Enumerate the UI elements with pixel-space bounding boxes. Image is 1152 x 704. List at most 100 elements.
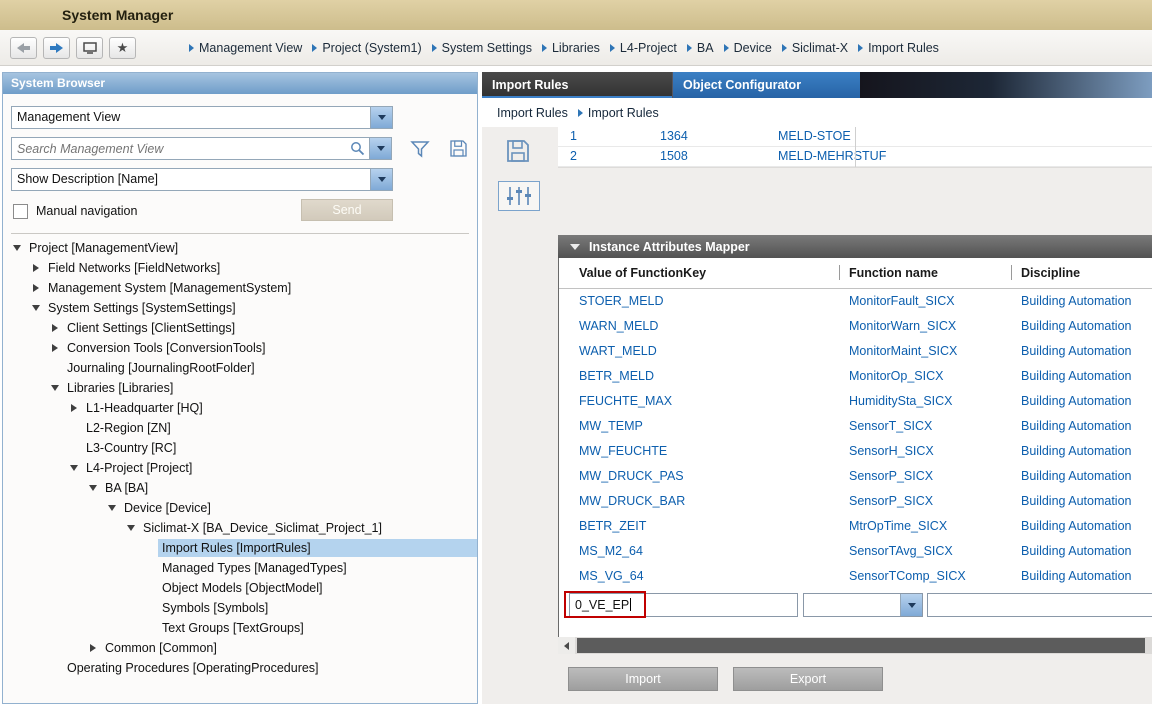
tree-item[interactable]: Symbols [Symbols] — [3, 598, 477, 618]
save-search-button[interactable] — [448, 138, 469, 159]
function-name-cell-link[interactable]: SensorTComp_SICX — [849, 564, 1021, 589]
tree-item[interactable]: Conversion Tools [ConversionTools] — [3, 338, 477, 358]
filter-button[interactable] — [410, 139, 430, 159]
function-name-cell-link[interactable]: SensorP_SICX — [849, 489, 1021, 514]
import-button[interactable]: Import — [568, 667, 718, 691]
row-index-link[interactable]: 1 — [558, 127, 660, 146]
functionkey-cell-link[interactable]: BETR_ZEIT — [559, 514, 849, 539]
tree-item[interactable]: Import Rules [ImportRules] — [3, 538, 477, 558]
tree-item[interactable]: Common [Common] — [3, 638, 477, 658]
expand-arrow-icon[interactable] — [66, 400, 82, 416]
tab-import-rules[interactable]: Import Rules — [482, 72, 672, 98]
tree-item[interactable]: Device [Device] — [3, 498, 477, 518]
collapse-arrow-icon[interactable] — [123, 520, 139, 536]
row-index-link[interactable]: 2 — [558, 147, 660, 166]
save-rules-button[interactable] — [504, 137, 532, 168]
search-dropdown-button[interactable] — [369, 138, 391, 159]
tree-item[interactable]: Management System [ManagementSystem] — [3, 278, 477, 298]
function-name-cell-link[interactable]: SensorT_SICX — [849, 414, 1021, 439]
discipline-cell-link[interactable]: Building Automation — [1021, 464, 1152, 489]
discipline-cell-link[interactable]: Building Automation — [1021, 439, 1152, 464]
functionkey-cell-link[interactable]: FEUCHTE_MAX — [559, 389, 849, 414]
tree-item[interactable]: System Settings [SystemSettings] — [3, 298, 477, 318]
expand-arrow-icon[interactable] — [47, 320, 63, 336]
row-value-link[interactable]: 1364 — [660, 127, 778, 146]
collapse-arrow-icon[interactable] — [47, 380, 63, 396]
functionkey-cell-link[interactable]: MS_M2_64 — [559, 539, 849, 564]
breadcrumb-item[interactable]: Import Rules — [588, 106, 659, 120]
tree-item[interactable]: L4-Project [Project] — [3, 458, 477, 478]
scroll-left-button[interactable] — [558, 637, 575, 654]
expand-arrow-icon[interactable] — [47, 340, 63, 356]
collapse-arrow-icon[interactable] — [28, 300, 44, 316]
tree-item[interactable]: Libraries [Libraries] — [3, 378, 477, 398]
discipline-cell-link[interactable]: Building Automation — [1021, 314, 1152, 339]
row-name-link[interactable]: MELD-STOE — [778, 127, 1152, 146]
function-name-cell-link[interactable]: MonitorOp_SICX — [849, 364, 1021, 389]
breadcrumb-item[interactable]: Management View — [199, 41, 302, 55]
breadcrumb-item[interactable]: Import Rules — [868, 41, 939, 55]
row-value-link[interactable]: 1508 — [660, 147, 778, 166]
breadcrumb-item[interactable]: Libraries — [552, 41, 600, 55]
tree-item[interactable]: Operating Procedures [OperatingProcedure… — [3, 658, 477, 678]
tree-item[interactable]: Field Networks [FieldNetworks] — [3, 258, 477, 278]
discipline-cell-link[interactable]: Building Automation — [1021, 514, 1152, 539]
functionkey-cell-link[interactable]: WART_MELD — [559, 339, 849, 364]
mapping-settings-button[interactable] — [498, 181, 540, 211]
instance-attributes-mapper-header[interactable]: Instance Attributes Mapper — [558, 235, 1152, 258]
tree-item[interactable]: Object Models [ObjectModel] — [3, 578, 477, 598]
mapper-row[interactable]: MW_DRUCK_BARSensorP_SICXBuilding Automat… — [559, 489, 1152, 514]
collapse-arrow-icon[interactable] — [9, 240, 25, 256]
tree-item[interactable]: Journaling [JournalingRootFolder] — [3, 358, 477, 378]
tree-item[interactable]: Text Groups [TextGroups] — [3, 618, 477, 638]
functionkey-cell-link[interactable]: MS_VG_64 — [559, 564, 849, 589]
breadcrumb-item[interactable]: Device — [734, 41, 772, 55]
scrollbar-thumb[interactable] — [577, 638, 1145, 653]
mapper-row[interactable]: MW_TEMPSensorT_SICXBuilding Automation — [559, 414, 1152, 439]
functionkey-cell-link[interactable]: BETR_MELD — [559, 364, 849, 389]
function-name-cell-link[interactable]: SensorH_SICX — [849, 439, 1021, 464]
function-name-cell-link[interactable]: MonitorWarn_SICX — [849, 314, 1021, 339]
mapper-row[interactable]: BETR_ZEITMtrOpTime_SICXBuilding Automati… — [559, 514, 1152, 539]
column-header-function-name[interactable]: Function name — [849, 258, 1021, 288]
expand-arrow-icon[interactable] — [28, 260, 44, 276]
export-button[interactable]: Export — [733, 667, 883, 691]
tree-item[interactable]: L2-Region [ZN] — [3, 418, 477, 438]
tree-item[interactable]: Managed Types [ManagedTypes] — [3, 558, 477, 578]
discipline-cell-link[interactable]: Building Automation — [1021, 539, 1152, 564]
function-name-cell-link[interactable]: HumiditySta_SICX — [849, 389, 1021, 414]
screen-layout-button[interactable] — [76, 37, 103, 59]
tree-item[interactable]: L3-Country [RC] — [3, 438, 477, 458]
functionkey-cell-link[interactable]: WARN_MELD — [559, 314, 849, 339]
collapse-section-icon[interactable] — [570, 244, 580, 250]
column-header-functionkey[interactable]: Value of FunctionKey — [559, 258, 849, 288]
tab-object-configurator[interactable]: Object Configurator — [672, 72, 860, 98]
collapse-arrow-icon[interactable] — [85, 480, 101, 496]
discipline-cell-link[interactable]: Building Automation — [1021, 414, 1152, 439]
tree-item[interactable]: Siclimat-X [BA_Device_Siclimat_Project_1… — [3, 518, 477, 538]
mapper-row[interactable]: MS_VG_64SensorTComp_SICXBuilding Automat… — [559, 564, 1152, 589]
expand-arrow-icon[interactable] — [85, 640, 101, 656]
breadcrumb-item[interactable]: Project (System1) — [322, 41, 421, 55]
expand-arrow-icon[interactable] — [28, 280, 44, 296]
collapse-arrow-icon[interactable] — [66, 460, 82, 476]
horizontal-scrollbar[interactable] — [558, 637, 1152, 654]
discipline-cell-link[interactable]: Building Automation — [1021, 339, 1152, 364]
function-name-cell-link[interactable]: SensorP_SICX — [849, 464, 1021, 489]
tree-item[interactable]: BA [BA] — [3, 478, 477, 498]
view-selector[interactable]: Management View — [11, 106, 393, 129]
function-name-dropdown-button[interactable] — [900, 594, 922, 616]
functionkey-cell-link[interactable]: MW_FEUCHTE — [559, 439, 849, 464]
functionkey-cell-link[interactable]: MW_DRUCK_BAR — [559, 489, 849, 514]
description-selector-dropdown-button[interactable] — [370, 169, 392, 190]
mapper-row[interactable]: WARN_MELDMonitorWarn_SICXBuilding Automa… — [559, 314, 1152, 339]
function-name-cell-link[interactable]: SensorTAvg_SICX — [849, 539, 1021, 564]
breadcrumb-item[interactable]: System Settings — [442, 41, 532, 55]
functionkey-cell-link[interactable]: MW_TEMP — [559, 414, 849, 439]
send-button[interactable]: Send — [301, 199, 393, 221]
mapper-row[interactable]: STOER_MELDMonitorFault_SICXBuilding Auto… — [559, 289, 1152, 314]
discipline-cell-link[interactable]: Building Automation — [1021, 364, 1152, 389]
tree-item[interactable]: Client Settings [ClientSettings] — [3, 318, 477, 338]
tree-item[interactable]: Project [ManagementView] — [3, 238, 477, 258]
discipline-cell-link[interactable]: Building Automation — [1021, 389, 1152, 414]
